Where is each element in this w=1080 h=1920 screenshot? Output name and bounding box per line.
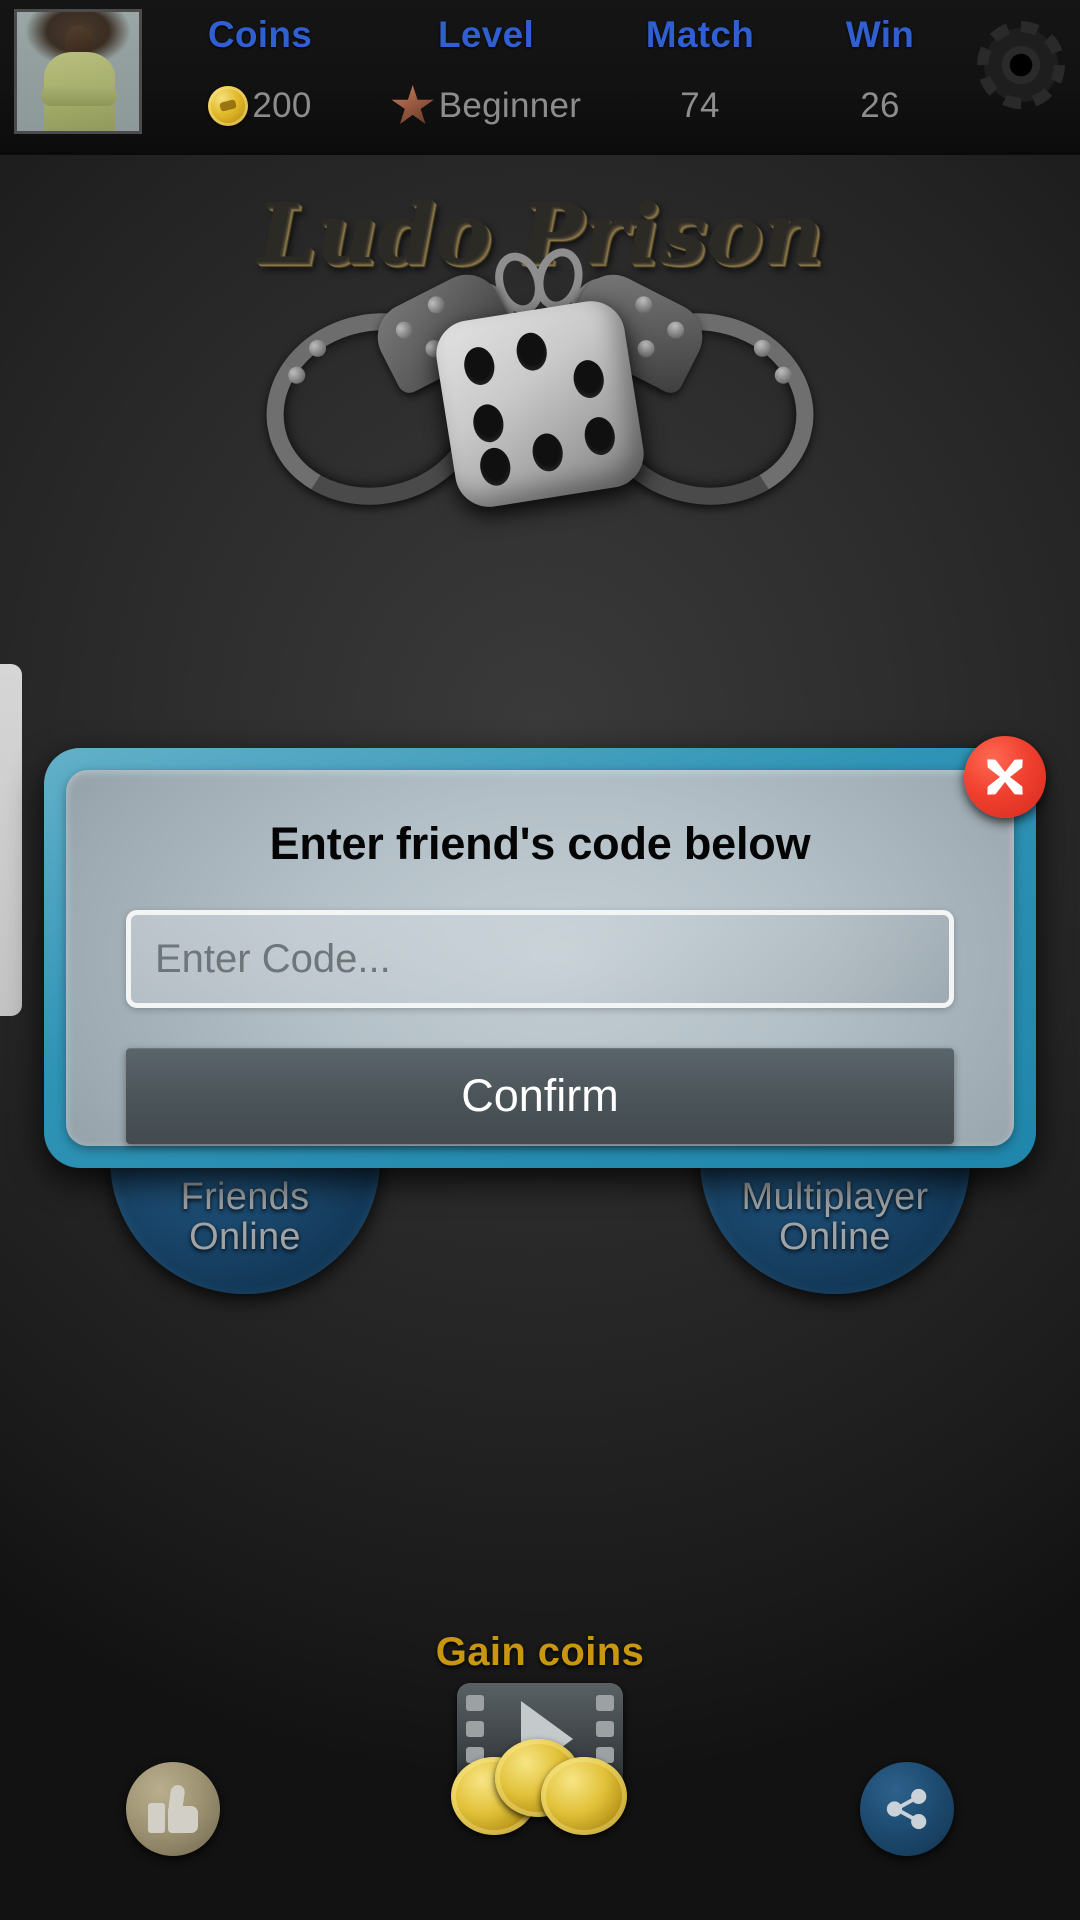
friend-code-input[interactable]: [126, 910, 954, 1008]
dialog-content: Enter friend's code below Confirm: [66, 736, 1046, 1146]
confirm-button[interactable]: Confirm: [126, 1048, 954, 1144]
dialog-title: Enter friend's code below: [269, 818, 811, 869]
friend-code-dialog: Enter friend's code below Confirm: [44, 736, 1046, 1168]
game-screen: Coins 200 Level Beginner Match 74 Win 26: [0, 0, 1080, 1920]
modal-overlay: Enter friend's code below Confirm: [0, 0, 1080, 1920]
close-button[interactable]: [964, 736, 1046, 818]
